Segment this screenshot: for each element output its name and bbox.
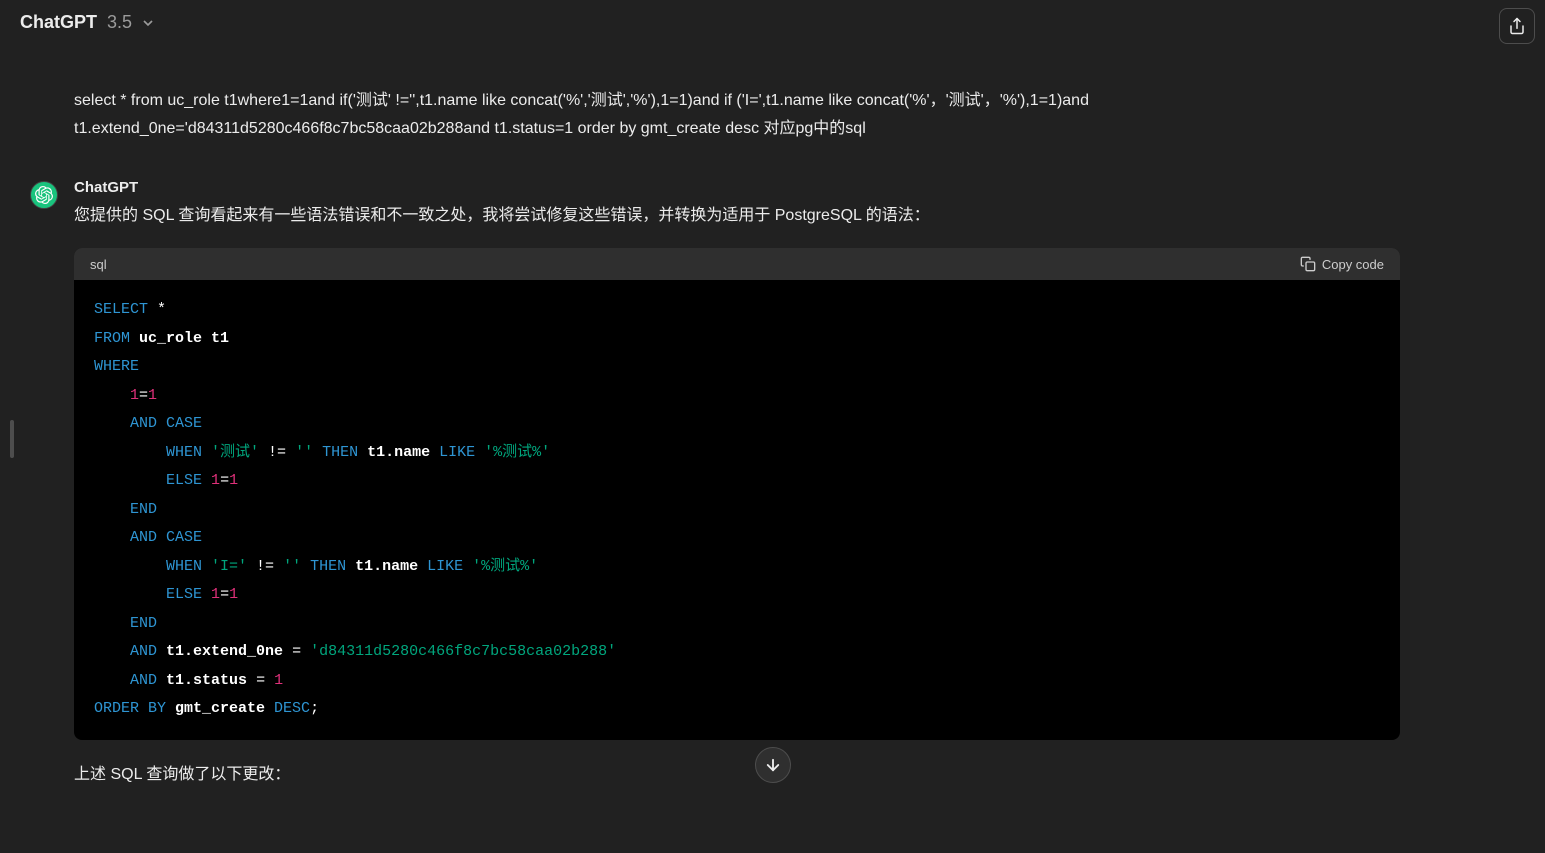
clipboard-icon xyxy=(1300,256,1316,272)
user-message: select * from uc_role t1where1=1and if('… xyxy=(30,45,1400,167)
code-content[interactable]: SELECT * FROM uc_role t1 WHERE 1=1 AND C… xyxy=(74,280,1400,740)
assistant-avatar xyxy=(30,181,58,209)
header: ChatGPT 3.5 xyxy=(0,0,1545,45)
code-header: sql Copy code xyxy=(74,248,1400,280)
side-indicator xyxy=(10,420,14,458)
app-title[interactable]: ChatGPT xyxy=(20,12,97,33)
share-icon xyxy=(1508,17,1526,35)
copy-code-label: Copy code xyxy=(1322,257,1384,272)
conversation: select * from uc_role t1where1=1and if('… xyxy=(0,45,1420,808)
arrow-down-icon xyxy=(764,756,782,774)
copy-code-button[interactable]: Copy code xyxy=(1300,256,1384,272)
share-button[interactable] xyxy=(1499,8,1535,44)
user-message-text: select * from uc_role t1where1=1and if('… xyxy=(74,87,1400,143)
code-language-label: sql xyxy=(90,257,107,272)
code-block: sql Copy code SELECT * FROM uc_role t1 W… xyxy=(74,248,1400,740)
chevron-down-icon[interactable] xyxy=(140,15,156,31)
openai-logo-icon xyxy=(35,186,53,204)
assistant-trailing-text: 上述 SQL 查询做了以下更改： xyxy=(74,760,1400,784)
assistant-intro-text: 您提供的 SQL 查询看起来有一些语法错误和不一致之处，我将尝试修复这些错误，并… xyxy=(74,202,1400,230)
assistant-name: ChatGPT xyxy=(74,179,1400,196)
model-version[interactable]: 3.5 xyxy=(107,12,132,33)
assistant-message: ChatGPT 您提供的 SQL 查询看起来有一些语法错误和不一致之处，我将尝试… xyxy=(30,167,1400,808)
scroll-to-bottom-button[interactable] xyxy=(755,747,791,783)
